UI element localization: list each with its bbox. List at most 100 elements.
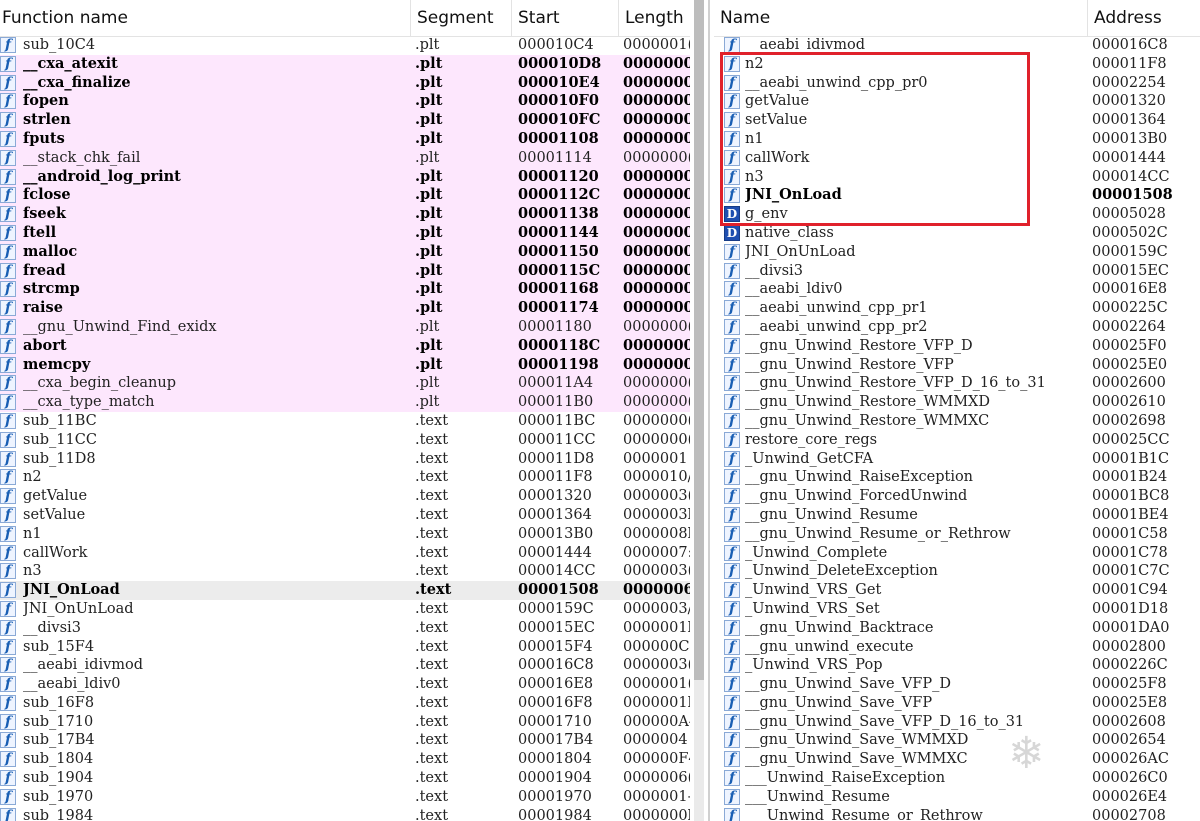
name-row[interactable]: f __gnu_Unwind_Restore_WMMXC 00002698 bbox=[714, 412, 1200, 431]
functions-header: Function name Segment Start Length bbox=[0, 0, 690, 37]
function-length: 0000000( bbox=[623, 261, 690, 279]
function-row[interactable]: f n3 .text 000014CC 0000003( bbox=[0, 562, 690, 581]
function-row[interactable]: f sub_11BC .text 000011BC 0000000( bbox=[0, 412, 690, 431]
name-row[interactable]: f __divsi3 000015EC bbox=[714, 262, 1200, 281]
function-row[interactable]: ffputs .plt 00001108 0000000( bbox=[0, 129, 690, 149]
function-row[interactable]: f sub_10C4 .plt 000010C4 0000001( bbox=[0, 36, 690, 55]
name-row[interactable]: f restore_core_regs 000025CC bbox=[714, 431, 1200, 450]
name-row[interactable]: f _Unwind_VRS_Set 00001D18 bbox=[714, 600, 1200, 619]
scrollbar-thumb[interactable] bbox=[694, 0, 704, 680]
function-row[interactable]: f sub_1804 .text 00001804 000000F4 bbox=[0, 750, 690, 769]
function-row[interactable]: f sub_17B4 .text 000017B4 0000004 bbox=[0, 731, 690, 750]
function-row[interactable]: f __cxa_finalize .plt 000010E4 0000000( bbox=[0, 73, 690, 93]
name-row[interactable]: f _Unwind_GetCFA 00001B1C bbox=[714, 450, 1200, 469]
function-row[interactable]: fmemcpy .plt 00001198 0000000( bbox=[0, 355, 690, 375]
function-icon: f bbox=[724, 751, 740, 768]
function-row[interactable]: ffclose .plt 0000112C 0000000( bbox=[0, 186, 690, 206]
name-row[interactable]: f _Unwind_DeleteException 00001C7C bbox=[714, 562, 1200, 581]
name-row[interactable]: f __gnu_Unwind_ForcedUnwind 00001BC8 bbox=[714, 487, 1200, 506]
function-length: 0000000( bbox=[623, 336, 690, 354]
name-row[interactable]: f _Unwind_VRS_Pop 0000226C bbox=[714, 656, 1200, 675]
function-row[interactable]: fabort .plt 0000118C 0000000( bbox=[0, 336, 690, 356]
function-row[interactable]: f sub_16F8 .text 000016F8 0000001l bbox=[0, 694, 690, 713]
name-row[interactable]: f __gnu_unwind_execute 00002800 bbox=[714, 638, 1200, 657]
function-row[interactable]: f sub_1970 .text 00001970 0000001- bbox=[0, 788, 690, 807]
function-name: malloc bbox=[23, 242, 78, 260]
function-row[interactable]: fmalloc .plt 00001150 0000000( bbox=[0, 242, 690, 262]
function-start: 000010FC bbox=[518, 111, 601, 129]
function-row[interactable]: f __cxa_begin_cleanup .plt 000011A4 0000000( bbox=[0, 374, 690, 394]
function-icon: f bbox=[0, 112, 16, 129]
function-row[interactable]: f sub_15F4 .text 000015F4 000000C4 bbox=[0, 638, 690, 657]
function-start: 00001198 bbox=[518, 355, 599, 373]
function-length: 0000000( bbox=[623, 394, 690, 411]
function-row[interactable]: fstrcmp .plt 00001168 0000000( bbox=[0, 280, 690, 300]
function-row[interactable]: f __aeabi_idivmod .text 000016C8 0000003( bbox=[0, 656, 690, 675]
function-start: 000015EC bbox=[518, 619, 596, 636]
function-row[interactable]: f callWork .text 00001444 0000007: bbox=[0, 544, 690, 563]
function-row[interactable]: f setValue .text 00001364 0000003l bbox=[0, 506, 690, 525]
name-row[interactable]: f __gnu_Unwind_Resume 00001BE4 bbox=[714, 506, 1200, 525]
function-row[interactable]: f __cxa_atexit .plt 000010D8 0000000( bbox=[0, 54, 690, 74]
name-address: 00001508 bbox=[1092, 186, 1173, 204]
name-row[interactable]: f __gnu_Unwind_Restore_VFP_D_16_to_31 0000… bbox=[714, 374, 1200, 393]
function-row[interactable]: f n2 .text 000011F8 0000010/ bbox=[0, 468, 690, 487]
function-icon: f bbox=[0, 168, 16, 185]
function-row[interactable]: f JNI_OnUnLoad .text 0000159C 0000003/ bbox=[0, 600, 690, 619]
function-row[interactable]: f sub_1710 .text 00001710 000000A4 bbox=[0, 713, 690, 732]
function-start: 00001180 bbox=[518, 318, 592, 335]
name-row[interactable]: f ___Unwind_Resume_or_Rethrow 00002708 bbox=[714, 807, 1200, 821]
name-row[interactable]: f __aeabi_unwind_cpp_pr1 0000225C bbox=[714, 299, 1200, 318]
name-row[interactable]: f __gnu_Unwind_Restore_WMMXD 00002610 bbox=[714, 393, 1200, 412]
name-row[interactable]: f __aeabi_ldiv0 000016E8 bbox=[714, 280, 1200, 299]
function-row[interactable]: f __cxa_type_match .plt 000011B0 0000000( bbox=[0, 393, 690, 412]
name-row[interactable]: Dnative_class 0000502C bbox=[714, 224, 1200, 243]
function-start: 000015F4 bbox=[518, 638, 593, 655]
column-address[interactable]: Address bbox=[1088, 0, 1200, 36]
function-row[interactable]: f __gnu_Unwind_Find_exidx .plt 00001180 0000… bbox=[0, 317, 690, 337]
function-name: sub_1904 bbox=[23, 770, 94, 787]
function-row[interactable]: ffread .plt 0000115C 0000000( bbox=[0, 261, 690, 281]
name-address: 000013B0 bbox=[1092, 130, 1168, 147]
function-row[interactable]: f __stack_chk_fail .plt 00001114 0000000( bbox=[0, 148, 690, 168]
name-row[interactable]: f __aeabi_unwind_cpp_pr2 00002264 bbox=[714, 318, 1200, 337]
name-row[interactable]: f __gnu_Unwind_Save_VFP_D 000025F8 bbox=[714, 675, 1200, 694]
function-start: 00001168 bbox=[518, 280, 599, 298]
column-function-name[interactable]: Function name bbox=[0, 0, 411, 36]
name-row[interactable]: f __gnu_Unwind_Restore_VFP_D 000025F0 bbox=[714, 337, 1200, 356]
function-row[interactable]: fraise .plt 00001174 0000000( bbox=[0, 299, 690, 318]
function-row[interactable]: ffopen .plt 000010F0 0000000( bbox=[0, 92, 690, 112]
function-row[interactable]: f sub_11D8 .text 000011D8 0000001 bbox=[0, 450, 690, 469]
function-row[interactable]: f sub_1984 .text 00001984 0000000l bbox=[0, 807, 690, 821]
name-row[interactable]: f __gnu_Unwind_Restore_VFP 000025E0 bbox=[714, 356, 1200, 375]
function-row[interactable]: f sub_1904 .text 00001904 0000006( bbox=[0, 769, 690, 788]
column-segment[interactable]: Segment bbox=[411, 0, 512, 36]
function-row[interactable]: fftell .plt 00001144 0000000( bbox=[0, 223, 690, 243]
function-row[interactable]: f __aeabi_ldiv0 .text 000016E8 0000001( bbox=[0, 675, 690, 694]
column-length[interactable]: Length bbox=[619, 0, 690, 36]
function-length: 0000001l bbox=[623, 619, 690, 636]
name-row[interactable]: f __gnu_Unwind_Save_VFP 000025E8 bbox=[714, 694, 1200, 713]
function-row[interactable]: f getValue .text 00001320 0000003( bbox=[0, 487, 690, 506]
column-start[interactable]: Start bbox=[512, 0, 619, 36]
function-row[interactable]: f sub_11CC .text 000011CC 0000000( bbox=[0, 431, 690, 450]
name-row[interactable]: f __gnu_Unwind_RaiseException 00001B24 bbox=[714, 468, 1200, 487]
function-icon: f bbox=[0, 713, 16, 730]
function-row[interactable]: f __android_log_print .plt 00001120 0000000( bbox=[0, 167, 690, 187]
function-row[interactable]: ffseek .plt 00001138 0000000( bbox=[0, 205, 690, 224]
function-icon: f bbox=[724, 450, 740, 467]
name-row[interactable]: f __gnu_Unwind_Resume_or_Rethrow 00001C58 bbox=[714, 525, 1200, 544]
function-row[interactable]: f __divsi3 .text 000015EC 0000001l bbox=[0, 619, 690, 638]
function-row[interactable]: fstrlen .plt 000010FC 0000000( bbox=[0, 111, 690, 130]
splitter[interactable] bbox=[708, 0, 710, 821]
name-row[interactable]: f _Unwind_VRS_Get 00001C94 bbox=[714, 581, 1200, 600]
function-start: 000013B0 bbox=[518, 525, 594, 542]
function-row[interactable]: f JNI_OnLoad .text 00001508 0000006 bbox=[0, 581, 690, 600]
column-name[interactable]: Name bbox=[714, 0, 1088, 36]
function-row[interactable]: f n1 .text 000013B0 0000008l bbox=[0, 525, 690, 544]
name-row[interactable]: f _Unwind_Complete 00001C78 bbox=[714, 544, 1200, 563]
name-row[interactable]: f __gnu_Unwind_Backtrace 00001DA0 bbox=[714, 619, 1200, 638]
name-address: 00001B1C bbox=[1092, 450, 1170, 467]
name-row[interactable]: f JNI_OnUnLoad 0000159C bbox=[714, 243, 1200, 262]
pane-divider[interactable] bbox=[690, 0, 714, 821]
